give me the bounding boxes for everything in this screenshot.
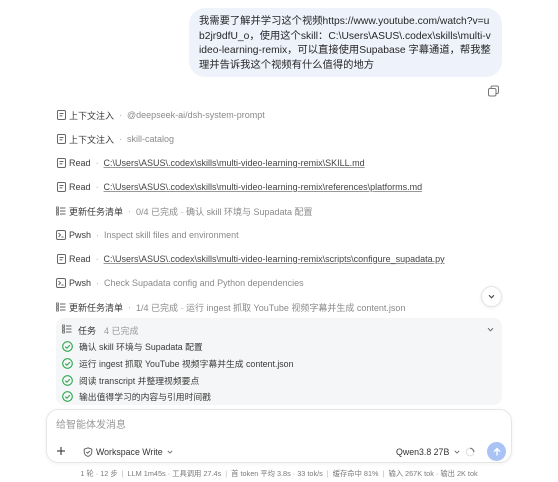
step-context-injection-2[interactable]: 上下文注入 · skill-catalog [56, 132, 174, 146]
arrow-up-icon [493, 447, 500, 455]
checklist-icon [62, 324, 72, 336]
step-title: 更新任务清单 [69, 302, 124, 313]
document-icon [56, 110, 66, 120]
status-tokens: 输入 267K tok · 输出 2K tok [388, 469, 478, 478]
model-selector[interactable]: Qwen3.8 27B [396, 445, 461, 458]
task-item-label: 阅读 transcript 并整理视频要点 [79, 376, 200, 386]
status-bar: 1 轮 · 12 步 | LLM 1m45s · 工具调用 27.4s | 首 toke… [80, 469, 478, 478]
step-read-skill[interactable]: Read · C:\Users\ASUS\.codex\skills\multi-… [56, 156, 365, 170]
chevron-down-icon [167, 450, 173, 454]
add-attachment-button[interactable] [53, 443, 69, 459]
step-detail: skill-catalog [127, 134, 175, 144]
task-item: 阅读 transcript 并整理视频要点 [62, 374, 199, 387]
step-read-platforms[interactable]: Read · C:\Users\ASUS\.codex\skills\multi-… [56, 180, 422, 194]
check-circle-icon [62, 358, 73, 369]
step-pwsh-inspect[interactable]: Pwsh · Inspect skill files and environmen… [56, 228, 239, 242]
step-detail: 1/4 已完成 · 运行 ingest 抓取 YouTube 视频字幕并生成 c… [136, 302, 406, 313]
task-panel-header[interactable]: 任务 4 已完成 [62, 323, 139, 337]
task-item: 输出值得学习的内容与引用时间戳 [62, 390, 211, 403]
terminal-icon [56, 278, 66, 288]
status-cache-hit: 缓存命中 81% [332, 469, 379, 478]
model-label: Qwen3.8 27B [396, 446, 450, 457]
step-title: Read [69, 254, 91, 264]
chevron-down-icon [488, 294, 495, 299]
file-link[interactable]: C:\Users\ASUS\.codex\skills\multi-video-… [104, 254, 445, 264]
step-title: Pwsh [69, 278, 92, 288]
scroll-to-bottom-button[interactable] [481, 286, 502, 307]
collapse-tasks-button[interactable] [484, 323, 496, 335]
document-icon [56, 182, 66, 192]
step-title: 上下文注入 [69, 110, 115, 121]
step-detail: @deepseek-ai/dsh-system-prompt [127, 110, 265, 120]
task-item: 确认 skill 环境与 Supadata 配置 [62, 340, 203, 353]
message-composer: Workspace Write Qwen3.8 27B [46, 409, 512, 463]
user-message-bubble: 我需要了解并学习这个视频https://www.youtube.com/watc… [189, 8, 502, 77]
status-first-token: 首 token 平均 3.8s · 33 tok/s [231, 469, 323, 478]
task-item-label: 输出值得学习的内容与引用时间戳 [79, 392, 211, 402]
step-title: Read [69, 182, 91, 192]
step-detail: Check Supadata config and Python depende… [104, 278, 304, 288]
shield-icon [83, 446, 93, 457]
document-icon [56, 254, 66, 264]
terminal-icon [56, 230, 66, 240]
step-context-injection-1[interactable]: 上下文注入 · @deepseek-ai/dsh-system-prompt [56, 108, 265, 122]
step-title: Pwsh [69, 230, 92, 240]
status-llm-time: LLM 1m45s · 工具调用 27.4s [127, 469, 222, 478]
check-circle-icon [62, 375, 73, 386]
check-circle-icon [62, 341, 73, 352]
chevron-down-icon [487, 327, 493, 332]
step-update-tasks-1[interactable]: 更新任务清单 · 0/4 已完成 · 确认 skill 环境与 Supadata … [56, 204, 313, 218]
message-input[interactable] [56, 418, 496, 432]
task-completed-count: 4 已完成 [104, 325, 139, 336]
document-icon [56, 158, 66, 168]
step-pwsh-check[interactable]: Pwsh · Check Supadata config and Python d… [56, 276, 304, 290]
workspace-mode-label: Workspace Write [96, 446, 163, 457]
check-circle-icon [62, 391, 73, 402]
step-detail: 0/4 已完成 · 确认 skill 环境与 Supadata 配置 [136, 206, 313, 217]
task-item-label: 运行 ingest 抓取 YouTube 视频字幕并生成 content.jso… [79, 359, 294, 369]
step-read-configure[interactable]: Read · C:\Users\ASUS\.codex\skills\multi-… [56, 252, 445, 266]
task-panel: 任务 4 已完成 确认 skill 环境与 Supadata 配置 运行 ing… [56, 318, 502, 405]
checklist-icon [56, 206, 66, 216]
task-item: 运行 ingest 抓取 YouTube 视频字幕并生成 content.jso… [62, 357, 293, 370]
task-panel-title: 任务 [78, 325, 97, 336]
copy-icon[interactable] [487, 84, 500, 97]
chevron-down-icon [454, 450, 460, 454]
workspace-mode-dropdown[interactable]: Workspace Write [83, 445, 174, 458]
document-icon [56, 134, 66, 144]
file-link[interactable]: C:\Users\ASUS\.codex\skills\multi-video-… [104, 158, 365, 168]
task-item-label: 确认 skill 环境与 Supadata 配置 [79, 342, 203, 352]
step-title: 上下文注入 [69, 134, 115, 145]
step-title: Read [69, 158, 91, 168]
plus-icon [57, 447, 65, 455]
step-update-tasks-2[interactable]: 更新任务清单 · 1/4 已完成 · 运行 ingest 抓取 YouTube 视… [56, 300, 405, 314]
status-turns: 1 轮 · 12 步 [80, 469, 118, 478]
step-detail: Inspect skill files and environment [104, 230, 239, 240]
loading-spinner-icon [465, 447, 475, 457]
user-message-text: 我需要了解并学习这个视频https://www.youtube.com/watc… [199, 16, 491, 71]
step-title: 更新任务清单 [69, 206, 124, 217]
checklist-icon [56, 302, 66, 312]
send-button[interactable] [487, 442, 506, 461]
file-link[interactable]: C:\Users\ASUS\.codex\skills\multi-video-… [104, 182, 423, 192]
